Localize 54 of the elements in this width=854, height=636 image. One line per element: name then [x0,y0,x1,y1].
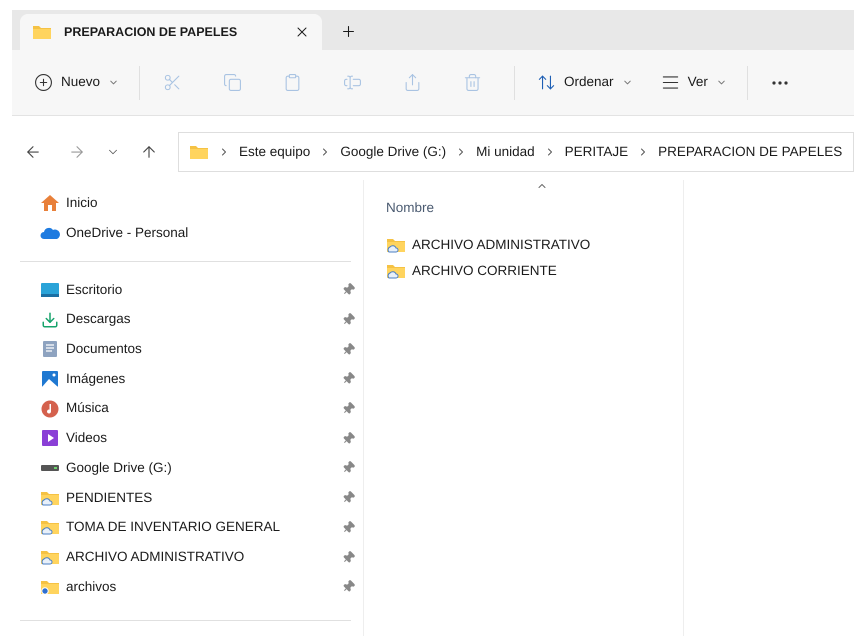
breadcrumb-item[interactable]: PREPARACION DE PAPELES [658,142,842,162]
cloud-folder-icon [40,490,60,506]
cloud-folder-icon [386,263,406,279]
breadcrumb-item[interactable]: Mi unidad [476,142,535,162]
house-icon [40,194,60,212]
folder-icon [40,578,60,595]
toolbar-button[interactable]: Nuevo [32,66,122,98]
cloud-folder-icon [40,519,60,536]
file-name[interactable]: ARCHIVO CORRIENTE [412,260,557,282]
copy-icon [222,73,242,92]
cloud-folder-icon [386,237,406,253]
scissors-icon [162,73,182,92]
breadcrumb-item[interactable]: Este equipo [239,142,310,162]
picture-icon [41,370,59,388]
breadcrumb-item[interactable]: Google Drive (G:) [340,142,446,162]
new-tab-icon[interactable] [340,23,357,40]
drive-icon [40,464,60,472]
tab-title: PREPARACION DE PAPELES [64,24,238,41]
nav-item[interactable]: Imágenes [66,368,342,390]
nav-item[interactable]: Google Drive (G:) [66,458,342,478]
folder-icon [32,24,52,40]
nav-item[interactable]: Descargas [66,309,342,330]
toolbar-button[interactable]: Ver [658,66,729,98]
more-icon [772,80,788,84]
sort-icon [537,73,556,92]
folder-icon [189,144,209,160]
nav-item[interactable]: Música [66,398,342,419]
clipboard-icon [282,73,302,92]
nav-item[interactable]: Documentos [66,339,342,360]
document-icon [42,340,58,358]
music-note-icon [41,400,59,418]
download-icon [41,310,59,329]
film-icon [41,429,59,448]
cloud-icon [40,226,60,240]
nav-item[interactable]: PENDIENTES [66,488,342,508]
breadcrumb-item[interactable]: PERITAJE [564,142,628,162]
file-name[interactable]: ARCHIVO ADMINISTRATIVO [412,234,590,256]
toolbar-button[interactable]: Ordenar [535,66,635,98]
nav-item[interactable]: Videos [66,428,342,448]
nav-item[interactable]: OneDrive - Personal [20,218,363,248]
nav-item[interactable]: archivos [66,576,342,597]
rename-icon [342,73,362,92]
column-header[interactable]: Nombre [386,198,434,218]
nav-item[interactable]: Inicio [20,188,363,218]
nav-item[interactable]: Escritorio [66,280,342,300]
cloud-folder-icon [40,549,60,566]
nav-item[interactable]: TOMA DE INVENTARIO GENERAL [66,517,342,538]
trash-icon [462,73,482,92]
plus-icon [34,73,53,92]
tab[interactable]: PREPARACION DE PAPELES [20,14,322,50]
nav-item[interactable]: ARCHIVO ADMINISTRATIVO [66,546,342,568]
desktop-icon [40,282,60,298]
share-icon [402,73,422,92]
address-bar[interactable]: Este equipo Google Drive (G:) Mi unidad PERITAJE PREPARACION DE PAPELES [178,132,854,172]
